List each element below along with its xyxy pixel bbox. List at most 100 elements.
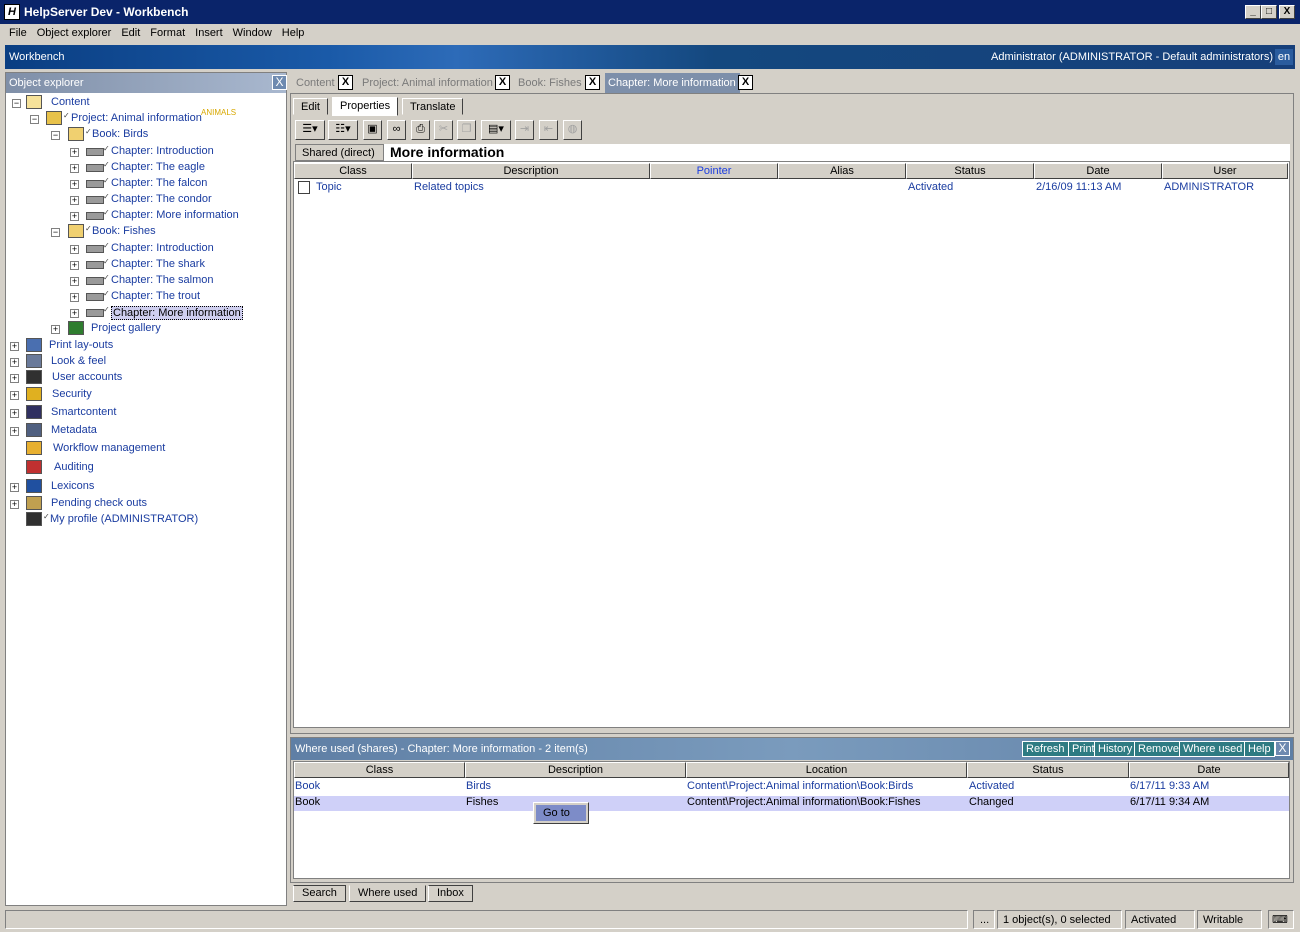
properties-list-icon[interactable]: ☷▾ (328, 120, 358, 140)
menu-file[interactable]: File (0, 24, 32, 39)
find-icon[interactable]: ∞ (387, 120, 406, 140)
bottom-tab-search[interactable]: Search (293, 885, 346, 902)
bottom-tab-where-used[interactable]: Where used (349, 885, 427, 902)
status-ellipsis-button[interactable]: ... (973, 910, 995, 929)
where-used-button[interactable]: Where used (1179, 741, 1247, 757)
collapse-icon[interactable]: − (30, 115, 39, 124)
context-menu-go-to[interactable]: Go to (536, 805, 586, 821)
new-list-icon[interactable]: ☰▾ (295, 120, 325, 140)
remove-button[interactable]: Remove (1134, 741, 1183, 757)
tree-item[interactable]: − ✓ Book: Birds (6, 127, 284, 143)
doc-tab-book-fishes[interactable]: Book: Fishes (518, 73, 582, 93)
collapse-icon[interactable]: − (51, 228, 60, 237)
refresh-button[interactable]: Refresh (1022, 741, 1069, 757)
cut-icon[interactable]: ✂ (434, 120, 453, 140)
tree-item[interactable]: + ✓ Chapter: More information (6, 208, 284, 224)
expand-icon[interactable]: + (10, 391, 19, 400)
expand-icon[interactable]: + (70, 309, 79, 318)
bottom-tab-inbox[interactable]: Inbox (428, 885, 473, 902)
expand-icon[interactable]: + (70, 196, 79, 205)
tree-item[interactable]: + Security (6, 387, 284, 403)
globe-icon[interactable]: ◍ (563, 120, 582, 140)
tab-properties[interactable]: Properties (332, 97, 399, 116)
tree-item[interactable]: − ✓ Book: Fishes (6, 224, 284, 240)
tree-item[interactable]: + ✓ Chapter: The falcon (6, 176, 284, 192)
tree-item[interactable]: + Print lay-outs (6, 338, 284, 354)
tree-item[interactable]: + Look & feel (6, 354, 284, 370)
expand-icon[interactable]: + (70, 245, 79, 254)
tree-item[interactable]: − Content (6, 95, 284, 111)
wu-col-date[interactable]: Date (1129, 762, 1289, 778)
tree-item[interactable]: + ✓ Chapter: Introduction (6, 241, 284, 257)
col-description[interactable]: Description (412, 163, 650, 179)
tree-item[interactable]: + ✓ Chapter: Introduction (6, 144, 284, 160)
close-tab-book-button[interactable]: X (585, 75, 600, 90)
tree-item[interactable]: + Smartcontent (6, 405, 284, 421)
tree-item[interactable]: + Pending check outs (6, 496, 284, 512)
shared-direct-label[interactable]: Shared (direct) (295, 144, 384, 161)
tree-item[interactable]: + Lexicons (6, 479, 284, 495)
expand-icon[interactable]: + (70, 293, 79, 302)
tree-item[interactable]: + ✓ Chapter: The trout (6, 289, 284, 305)
menu-edit[interactable]: Edit (116, 24, 145, 39)
tree-item[interactable]: ✓ My profile (ADMINISTRATOR) (6, 512, 284, 528)
doc-tab-content[interactable]: Content (296, 73, 335, 93)
expand-icon[interactable]: + (70, 261, 79, 270)
maximize-button[interactable]: □ (1261, 5, 1277, 19)
save-icon[interactable]: ▣ (363, 120, 382, 140)
keyboard-icon[interactable]: ⌨ (1268, 910, 1294, 929)
expand-icon[interactable]: + (10, 409, 19, 418)
col-pointer[interactable]: Pointer (650, 163, 778, 179)
tab-translate[interactable]: Translate (402, 98, 464, 115)
tree-item[interactable]: + ✓ Chapter: The condor (6, 192, 284, 208)
wu-col-description[interactable]: Description (465, 762, 686, 778)
expand-icon[interactable]: + (51, 325, 60, 334)
expand-icon[interactable]: + (10, 500, 19, 509)
close-tab-project-button[interactable]: X (495, 75, 510, 90)
tree-item[interactable]: − ✓ Project: Animal information ANIMALS (6, 108, 284, 127)
expand-icon[interactable]: + (70, 164, 79, 173)
expand-icon[interactable]: + (10, 358, 19, 367)
expand-icon[interactable]: + (70, 212, 79, 221)
doc-tab-chapter[interactable]: Chapter: More information (605, 73, 740, 93)
copy-icon[interactable]: ❐ (457, 120, 476, 140)
tab-edit[interactable]: Edit (293, 98, 328, 115)
close-tab-content-button[interactable]: X (338, 75, 353, 90)
tree-item[interactable]: Workflow management (6, 441, 284, 457)
print-icon[interactable]: ⎙ (411, 120, 430, 140)
collapse-icon[interactable]: − (51, 131, 60, 140)
close-window-button[interactable]: X (1279, 5, 1295, 19)
window-titlebar[interactable]: H HelpServer Dev - Workbench _ □ X (0, 0, 1300, 24)
expand-icon[interactable]: + (10, 374, 19, 383)
expand-icon[interactable]: + (70, 180, 79, 189)
close-tab-chapter-button[interactable]: X (738, 75, 753, 90)
indent-icon[interactable]: ⇥ (515, 120, 534, 140)
expand-icon[interactable]: + (10, 427, 19, 436)
expand-icon[interactable]: + (10, 342, 19, 351)
col-user[interactable]: User (1162, 163, 1288, 179)
expand-icon[interactable]: + (70, 277, 79, 286)
doc-tab-project[interactable]: Project: Animal information (362, 73, 493, 93)
menu-help[interactable]: Help (277, 24, 310, 39)
menu-insert[interactable]: Insert (190, 24, 228, 39)
paste-icon[interactable]: ▤▾ (481, 120, 511, 140)
col-status[interactable]: Status (906, 163, 1034, 179)
tree-item[interactable]: + ✓ Chapter: The salmon (6, 273, 284, 289)
wu-col-class[interactable]: Class (294, 762, 465, 778)
col-alias[interactable]: Alias (778, 163, 906, 179)
minimize-button[interactable]: _ (1245, 5, 1261, 19)
tree-item[interactable]: + Metadata (6, 423, 284, 439)
history-button[interactable]: History (1094, 741, 1137, 757)
tree-item[interactable]: + User accounts (6, 370, 284, 386)
close-explorer-button[interactable]: X (272, 75, 287, 90)
outdent-icon[interactable]: ⇤ (539, 120, 558, 140)
wu-col-status[interactable]: Status (967, 762, 1129, 778)
col-class[interactable]: Class (294, 163, 412, 179)
wu-col-location[interactable]: Location (686, 762, 967, 778)
expand-icon[interactable]: + (10, 483, 19, 492)
table-row-selected[interactable]: Book Fishes Content\Project:Animal infor… (294, 796, 1289, 811)
tree-item[interactable]: + ✓ Chapter: The eagle (6, 160, 284, 176)
help-button[interactable]: Help (1244, 741, 1275, 757)
expand-icon[interactable]: + (70, 148, 79, 157)
tree-item[interactable]: + ✓ Chapter: The shark (6, 257, 284, 273)
